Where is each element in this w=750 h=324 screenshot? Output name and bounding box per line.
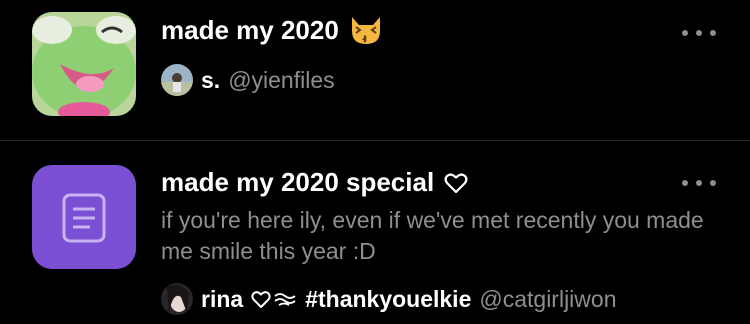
playlist-author[interactable]: rina #thankyouelkie @catgirljiwon xyxy=(161,283,617,315)
heart-wave-emoji-icon xyxy=(251,291,296,308)
playlist-thumbnail-note[interactable] xyxy=(32,165,136,269)
playlist-description: if you're here ily, even if we've met re… xyxy=(161,207,704,264)
playlist-title-text: made my 2020 special xyxy=(161,167,435,197)
divider xyxy=(0,140,750,141)
playlist-item-made-my-2020[interactable]: made my 2020 s. @yienfiles xyxy=(0,0,750,140)
more-dots-icon[interactable] xyxy=(682,178,716,188)
frog-cartoon-image xyxy=(32,12,136,116)
playlist-thumbnail-frog[interactable] xyxy=(32,12,136,116)
playlist-title-text: made my 2020 xyxy=(161,14,339,45)
playlist-title[interactable]: made my 2020 special xyxy=(161,167,468,198)
playlist-item-made-my-2020-special[interactable]: made my 2020 special if you're here ily,… xyxy=(0,142,750,324)
kissing-cat-emoji-icon xyxy=(351,17,380,44)
playlist-title[interactable]: made my 2020 xyxy=(161,14,383,46)
author-hashtag: #thankyouelkie xyxy=(305,285,472,312)
author-name: s. xyxy=(201,66,221,93)
note-icon xyxy=(62,193,106,243)
avatar xyxy=(161,64,193,96)
author-handle: @yienfiles xyxy=(228,66,335,93)
author-name: rina xyxy=(201,285,244,312)
author-handle: @catgirljiwon xyxy=(479,285,617,312)
heart-outline-icon xyxy=(444,172,468,193)
avatar xyxy=(161,283,193,315)
more-dots-icon[interactable] xyxy=(682,28,716,38)
playlist-author[interactable]: s. @yienfiles xyxy=(161,64,335,96)
